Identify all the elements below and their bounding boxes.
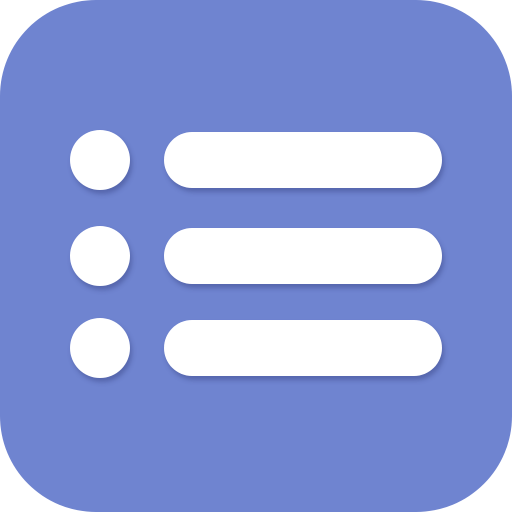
list-app-icon[interactable] xyxy=(0,0,512,512)
list-row xyxy=(0,226,512,286)
bullet-dot-icon xyxy=(70,226,130,286)
list-line-icon xyxy=(164,320,442,376)
bullet-dot-icon xyxy=(70,318,130,378)
bullet-dot-icon xyxy=(70,130,130,190)
list-line-icon xyxy=(164,132,442,188)
list-row xyxy=(0,130,512,190)
list-row xyxy=(0,318,512,378)
list-line-icon xyxy=(164,228,442,284)
